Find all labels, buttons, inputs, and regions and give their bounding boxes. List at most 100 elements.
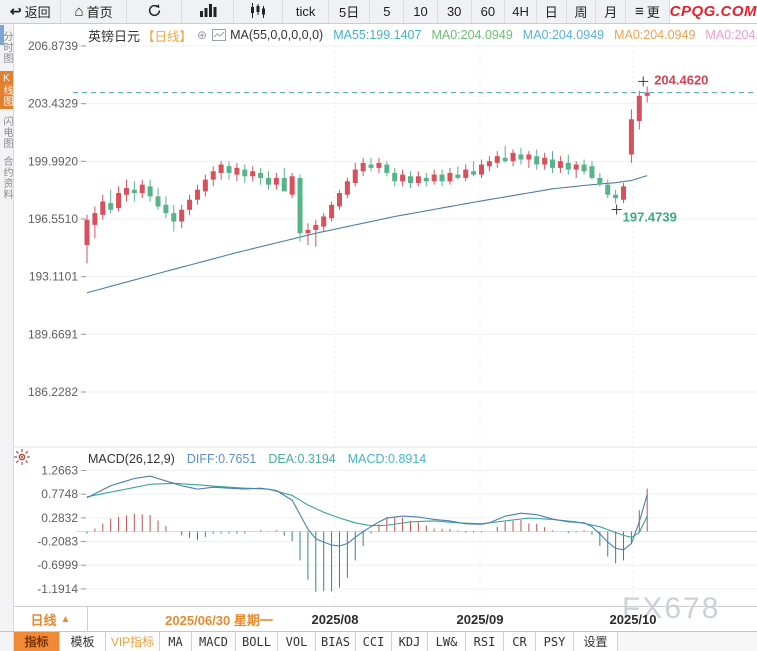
toolbar-item-refresh[interactable] xyxy=(127,0,182,23)
tab-bias[interactable]: BIAS xyxy=(316,632,356,651)
candle xyxy=(550,160,555,168)
macd-header: MACD(26,12,9) DIFF:0.7651DEA:0.3194MACD:… xyxy=(88,451,426,467)
candle xyxy=(432,175,437,182)
toolbar-item-back[interactable]: ↩返回 xyxy=(0,0,61,23)
candle xyxy=(574,165,579,170)
candle xyxy=(376,163,381,168)
toolbar-item-label: 5 xyxy=(383,4,390,19)
macd-axis-label: 1.2663 xyxy=(41,464,78,478)
candle xyxy=(511,153,516,161)
toolbar-item-more[interactable]: ≡更 xyxy=(626,0,670,23)
candle xyxy=(637,96,642,121)
candle xyxy=(440,175,445,182)
candle xyxy=(313,225,318,230)
toolbar-item-label: 首页 xyxy=(87,2,113,21)
toolbar-item-m10[interactable]: 10 xyxy=(404,0,438,23)
sidebar-item-contract-info[interactable]: 合约资料 xyxy=(0,156,13,200)
toolbar-item-m5[interactable]: 5 xyxy=(370,0,404,23)
toolbar-item-tick[interactable]: tick xyxy=(283,0,329,23)
candle xyxy=(479,165,484,175)
candle xyxy=(613,195,618,198)
toolbar-item-bar-chart[interactable] xyxy=(182,0,234,23)
candle xyxy=(495,156,500,163)
mini-chart-icon[interactable] xyxy=(212,29,226,41)
candle xyxy=(487,161,492,166)
tab-settings[interactable]: 设置 xyxy=(574,632,618,651)
brightness-icon[interactable] xyxy=(13,448,31,466)
tab-ma[interactable]: MA xyxy=(160,632,192,651)
candle xyxy=(534,156,539,164)
period-label: 日线 xyxy=(31,610,57,629)
candle xyxy=(234,168,239,175)
candle xyxy=(100,201,105,214)
tab-rsi[interactable]: RSI xyxy=(466,632,504,651)
toolbar-item-month[interactable]: 月 xyxy=(596,0,626,23)
toolbar-item-5d[interactable]: 5日 xyxy=(329,0,371,23)
price-axis-label: 189.6691 xyxy=(28,327,78,341)
ma-value-label: MA0:204.0949 xyxy=(705,28,757,42)
month-label: 2025/09 xyxy=(445,607,515,632)
ma-value-label: MA0:204.0949 xyxy=(614,28,695,42)
candle xyxy=(116,193,121,208)
tab-cci[interactable]: CCI xyxy=(356,632,392,651)
candle xyxy=(132,190,137,193)
toolbar-item-m60[interactable]: 60 xyxy=(472,0,506,23)
candle xyxy=(290,176,295,194)
back-arrow-icon: ↩ xyxy=(10,4,22,19)
candle xyxy=(337,193,342,206)
tab-psy[interactable]: PSY xyxy=(536,632,574,651)
candle xyxy=(621,186,626,199)
toolbar-item-week[interactable]: 周 xyxy=(567,0,597,23)
candle xyxy=(266,178,271,185)
sidebar-scroll-thumb[interactable] xyxy=(0,25,4,45)
main-chart-svg[interactable]: 206.8739203.4329199.9920196.5510193.1101… xyxy=(14,24,757,606)
toolbar-item-label: 5日 xyxy=(339,2,359,21)
tab-cr[interactable]: CR xyxy=(504,632,536,651)
toolbar-item-label: 周 xyxy=(574,2,587,21)
chart-type-sidebar: 分时图K线图闪电图合约资料 xyxy=(0,24,14,651)
period-selector[interactable]: 日线 ▲ xyxy=(14,607,88,632)
diff-line xyxy=(87,476,647,550)
sidebar-item-flash-chart[interactable]: 闪电图 xyxy=(0,116,13,149)
price-axis-label: 203.4329 xyxy=(28,97,78,111)
ma-value-label: MA0:204.0949 xyxy=(523,28,604,42)
tab-indicators[interactable]: 指标 xyxy=(14,632,60,651)
price-axis-label: 199.9920 xyxy=(28,154,78,168)
tab-vol[interactable]: VOL xyxy=(278,632,316,651)
candle xyxy=(392,173,397,181)
add-indicator-icon[interactable]: ⊕ xyxy=(197,28,207,42)
candle xyxy=(179,210,184,222)
tab-templates[interactable]: 模板 xyxy=(60,632,106,651)
candle xyxy=(369,165,374,168)
sidebar-item-kline-chart[interactable]: K线图 xyxy=(0,71,13,109)
candle xyxy=(345,181,350,194)
toolbar-item-label: 30 xyxy=(447,4,461,19)
toolbar-item-m30[interactable]: 30 xyxy=(438,0,472,23)
candle xyxy=(321,217,326,227)
toolbar-item-h4[interactable]: 4H xyxy=(505,0,537,23)
candle xyxy=(305,230,310,233)
ma-formula: MA(55,0,0,0,0,0) xyxy=(230,28,323,42)
macd-axis-label: 0.7748 xyxy=(41,487,78,501)
macd-value-label: DEA:0.3194 xyxy=(268,452,335,466)
candle xyxy=(416,176,421,183)
toolbar-item-label: tick xyxy=(296,4,316,19)
toolbar-item-candlestick[interactable] xyxy=(234,0,284,23)
toolbar-item-day[interactable]: 日 xyxy=(537,0,567,23)
candle xyxy=(589,166,594,178)
macd-axis-label: -0.6999 xyxy=(37,558,78,572)
price-axis-label: 196.5510 xyxy=(28,212,78,226)
tab-boll[interactable]: BOLL xyxy=(236,632,278,651)
toolbar-item-home[interactable]: ⌂首页 xyxy=(61,0,126,23)
high-price-annotation: 204.4620 xyxy=(654,72,708,87)
home-icon: ⌂ xyxy=(75,4,84,19)
candle xyxy=(542,158,547,165)
tab-vip-indicators[interactable]: VIP指标 xyxy=(106,632,160,651)
tab-kdj[interactable]: KDJ xyxy=(392,632,428,651)
tab-macd[interactable]: MACD xyxy=(192,632,236,651)
tab-lwr[interactable]: LW& xyxy=(428,632,466,651)
candle xyxy=(566,163,571,170)
candle xyxy=(124,188,129,195)
brand-logo[interactable]: CPQG.COM xyxy=(670,0,757,23)
bar-chart-icon xyxy=(199,3,217,20)
